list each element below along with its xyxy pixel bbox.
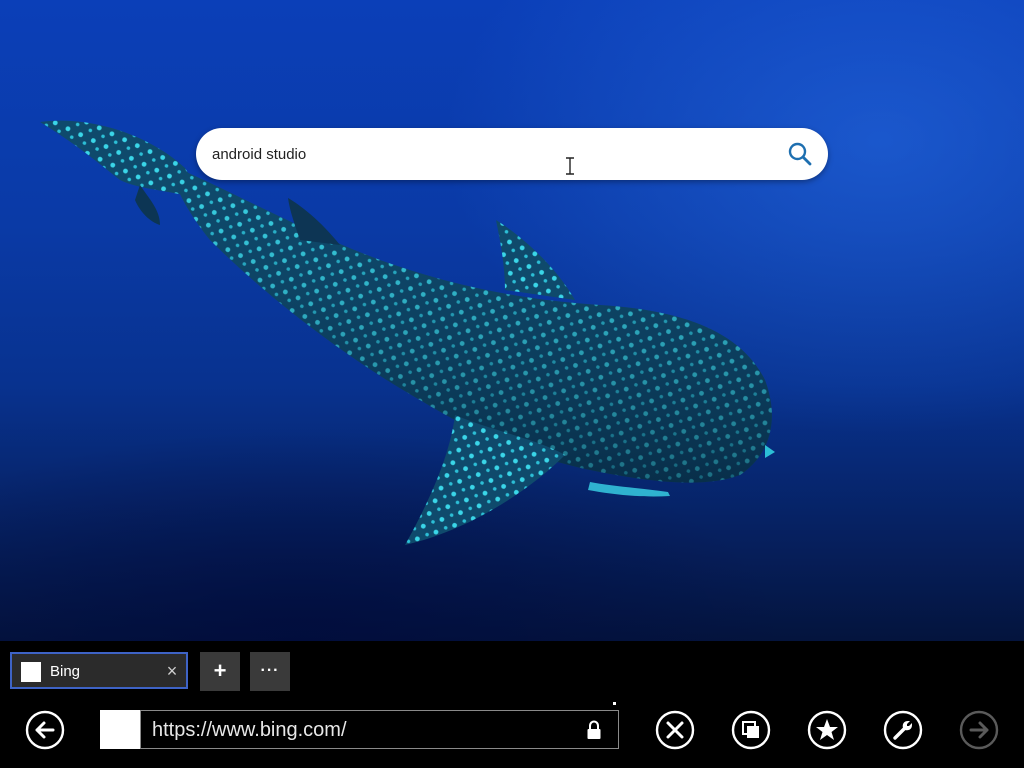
star-icon xyxy=(807,710,847,750)
tab-close-button[interactable]: × xyxy=(164,662,180,680)
tab-tools-button[interactable]: ··· xyxy=(250,652,290,691)
back-arrow-icon xyxy=(25,710,65,750)
address-bar: https://www.bing.com/ xyxy=(100,710,619,749)
tools-button[interactable] xyxy=(883,710,923,750)
stop-button[interactable] xyxy=(655,710,695,750)
url-field[interactable]: https://www.bing.com/ xyxy=(140,710,619,749)
back-button[interactable] xyxy=(25,710,65,750)
progress-dot xyxy=(613,702,616,705)
forward-button[interactable] xyxy=(959,710,999,750)
url-text: https://www.bing.com/ xyxy=(152,719,347,741)
search-icon xyxy=(788,142,812,166)
text-cursor-icon xyxy=(566,157,574,175)
search-box xyxy=(196,128,828,180)
close-circle-icon xyxy=(655,710,695,750)
search-input[interactable] xyxy=(212,128,772,180)
browser-window: Bing × + ··· https://www.bing.com/ xyxy=(0,0,1024,768)
background-image xyxy=(0,0,1024,641)
forward-arrow-icon xyxy=(959,710,999,750)
new-tab-button[interactable]: + xyxy=(200,652,240,691)
site-favicon xyxy=(100,710,140,749)
whale-shark-illustration xyxy=(40,120,775,545)
tab-bing[interactable]: Bing × xyxy=(10,652,188,689)
tab-thumbnail xyxy=(21,662,41,682)
favorites-button[interactable] xyxy=(807,710,847,750)
tab-label: Bing xyxy=(50,663,81,680)
tabs-button[interactable] xyxy=(731,710,771,750)
pages-icon xyxy=(731,710,771,750)
app-bar: Bing × + ··· https://www.bing.com/ xyxy=(0,641,1024,768)
lock-icon[interactable] xyxy=(585,720,603,740)
wrench-icon xyxy=(883,710,923,750)
search-button[interactable] xyxy=(786,140,814,168)
